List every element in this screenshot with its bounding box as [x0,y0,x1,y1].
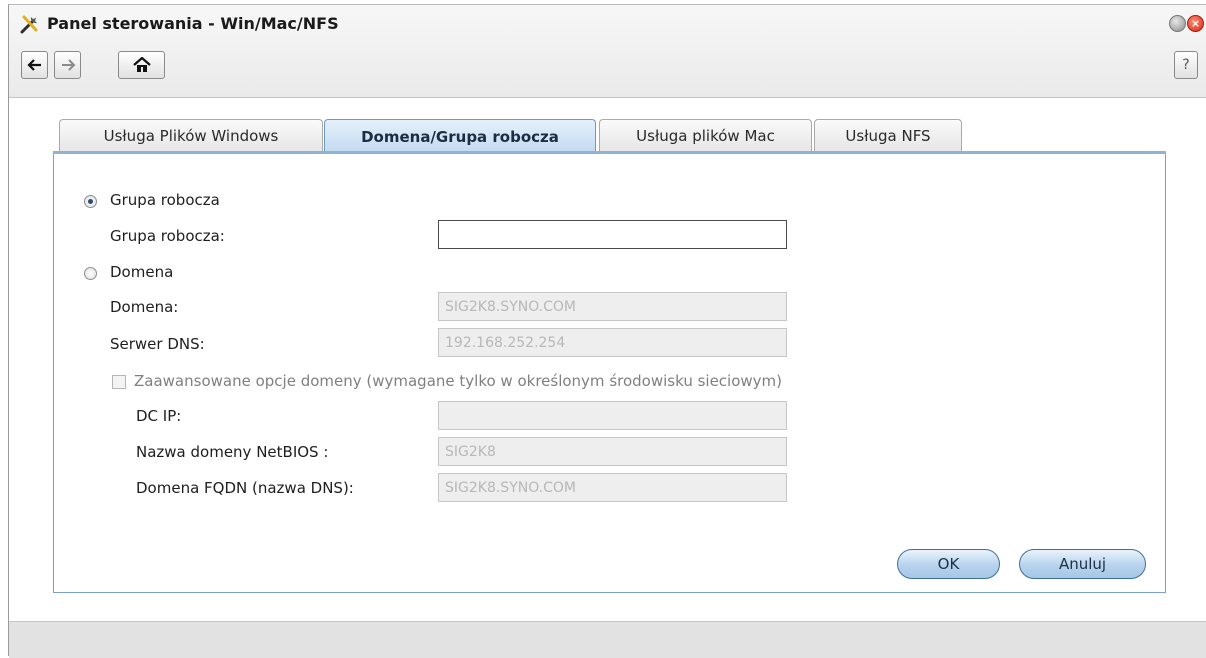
domain-input[interactable] [438,292,787,321]
home-icon [132,57,151,72]
fqdn-input[interactable] [438,473,787,502]
workgroup-input[interactable] [438,220,787,249]
control-panel-window: Panel sterowania - Win/Mac/NFS × ? Usług… [8,4,1206,658]
cancel-button[interactable]: Anuluj [1019,549,1146,579]
workgroup-radio-label: Grupa robocza [110,191,220,209]
workgroup-radio[interactable] [84,195,97,208]
tab-mac-file-service[interactable]: Usługa plików Mac [599,119,812,151]
netbios-input[interactable] [438,437,787,466]
arrow-right-icon [61,59,75,71]
tab-nfs-service[interactable]: Usługa NFS [814,119,962,151]
advanced-options-label: Zaawansowane opcje domeny (wymagane tylk… [134,372,783,390]
netbios-label: Nazwa domeny NetBIOS : [136,443,329,461]
workgroup-field-label: Grupa robocza: [110,227,225,245]
tab-domain-workgroup[interactable]: Domena/Grupa robocza [324,119,596,153]
window-title: Panel sterowania - Win/Mac/NFS [47,14,339,33]
home-button[interactable] [118,51,165,79]
dc-ip-input[interactable] [438,401,787,430]
fqdn-label: Domena FQDN (nazwa DNS): [136,479,354,497]
back-button[interactable] [21,51,48,79]
radio-selected-dot [88,199,93,204]
domain-field-label: Domena: [110,298,179,316]
ok-button[interactable]: OK [897,549,1000,579]
status-bar [9,621,1206,658]
domain-radio[interactable] [84,267,97,280]
control-panel-icon [19,13,41,35]
arrow-left-icon [26,59,41,71]
close-button[interactable]: × [1187,15,1204,32]
dns-server-input[interactable] [438,328,787,357]
domain-radio-label: Domena [110,263,174,281]
advanced-options-checkbox[interactable] [112,375,126,389]
dc-ip-label: DC IP: [136,407,182,425]
tab-windows-file-service[interactable]: Usługa Plików Windows [59,119,323,151]
help-button[interactable]: ? [1174,51,1198,79]
title-bar: Panel sterowania - Win/Mac/NFS × ? [9,5,1206,98]
panel-divider [53,151,1166,154]
minimize-button[interactable] [1169,15,1186,32]
close-icon: × [1190,17,1201,30]
dns-server-label: Serwer DNS: [110,335,205,353]
forward-button[interactable] [54,51,81,79]
